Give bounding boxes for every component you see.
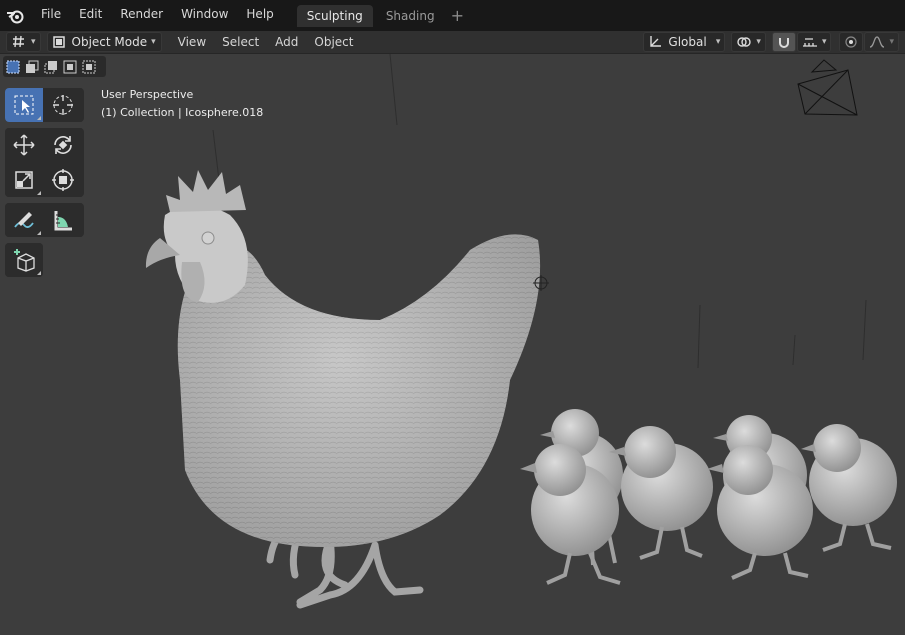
editor-type-button[interactable]: ▾ bbox=[6, 32, 41, 52]
menu-object[interactable]: Object bbox=[306, 35, 361, 49]
falloff-dropdown[interactable]: ▾ bbox=[864, 32, 899, 52]
tool-group-select bbox=[5, 88, 84, 122]
menu-help[interactable]: Help bbox=[237, 0, 282, 31]
chick-model bbox=[609, 426, 713, 560]
move-tool[interactable] bbox=[5, 128, 43, 162]
orientation-label: Global bbox=[668, 35, 707, 49]
proportional-edit-toggle[interactable] bbox=[839, 32, 864, 52]
measure-icon bbox=[54, 211, 72, 231]
tool-group-add bbox=[5, 243, 43, 277]
top-bar: File Edit Render Window Help Sculpting S… bbox=[0, 0, 905, 31]
proportional-edit-icon bbox=[845, 36, 858, 48]
selection-mode-row bbox=[3, 56, 106, 77]
snap-toggle[interactable] bbox=[771, 32, 796, 52]
editor-type-icon bbox=[13, 35, 24, 48]
menu-add[interactable]: Add bbox=[267, 35, 306, 49]
mode-dropdown[interactable]: Object Mode ▾ bbox=[46, 32, 162, 52]
tool-group-transform bbox=[5, 128, 84, 197]
pivot-point-dropdown[interactable]: ▾ bbox=[731, 32, 766, 52]
select-subtract-icon[interactable] bbox=[43, 59, 59, 75]
select-new-icon[interactable] bbox=[5, 59, 21, 75]
chevron-down-icon: ▾ bbox=[889, 37, 894, 47]
snap-target-dropdown[interactable]: ▾ bbox=[796, 32, 832, 52]
menu-edit[interactable]: Edit bbox=[70, 0, 111, 31]
measure-tool[interactable] bbox=[44, 203, 82, 237]
cursor-tool[interactable] bbox=[44, 88, 82, 122]
transform-orientation-dropdown[interactable]: Global ▾ bbox=[643, 32, 726, 52]
tab-shading[interactable]: Shading bbox=[376, 5, 445, 27]
collection-label: (1) Collection | Icosphere.018 bbox=[101, 106, 264, 119]
rotate-tool[interactable] bbox=[44, 128, 82, 162]
menu-render[interactable]: Render bbox=[111, 0, 172, 31]
annotate-tool[interactable] bbox=[5, 203, 43, 237]
tool-shelf bbox=[5, 88, 84, 283]
cursor-icon bbox=[53, 95, 73, 115]
menu-file[interactable]: File bbox=[32, 0, 70, 31]
viewport-header: ▾ Object Mode ▾ View Select Add Object G… bbox=[0, 31, 905, 54]
add-workspace-button[interactable]: + bbox=[451, 6, 464, 25]
select-box-tool[interactable] bbox=[5, 88, 43, 122]
chevron-down-icon: ▾ bbox=[821, 37, 827, 47]
rotate-icon bbox=[54, 136, 72, 154]
chevron-down-icon: ▾ bbox=[756, 37, 761, 47]
chevron-down-icon: ▾ bbox=[31, 37, 36, 47]
orientation-icon bbox=[650, 36, 662, 47]
add-cube-tool[interactable] bbox=[5, 243, 43, 277]
move-icon bbox=[13, 134, 35, 156]
snap-increment-icon bbox=[802, 38, 817, 47]
object-mode-icon bbox=[52, 36, 65, 48]
hen-model[interactable] bbox=[145, 170, 541, 609]
transform-tool[interactable] bbox=[44, 163, 82, 197]
chicks-group[interactable] bbox=[520, 409, 897, 585]
menu-window[interactable]: Window bbox=[172, 0, 237, 31]
chevron-down-icon: ▾ bbox=[151, 37, 156, 47]
blender-logo-icon[interactable] bbox=[6, 7, 24, 25]
annotate-icon bbox=[14, 212, 34, 228]
viewport-canvas[interactable] bbox=[0, 54, 905, 635]
header-right-tools: Global ▾ ▾ ▾ ▾ bbox=[637, 31, 905, 53]
menu-select[interactable]: Select bbox=[214, 35, 267, 49]
tab-sculpting[interactable]: Sculpting bbox=[296, 4, 373, 27]
camera-object[interactable] bbox=[797, 59, 858, 116]
chick-model bbox=[801, 424, 897, 552]
falloff-curve-icon bbox=[870, 36, 885, 48]
tool-group-annotate bbox=[5, 203, 84, 237]
mode-label: Object Mode bbox=[71, 35, 148, 49]
add-cube-icon bbox=[14, 249, 35, 272]
select-intersect-icon[interactable] bbox=[81, 59, 97, 75]
scale-icon bbox=[15, 171, 33, 189]
transform-icon bbox=[52, 169, 74, 191]
menu-view[interactable]: View bbox=[170, 35, 214, 49]
pivot-icon bbox=[737, 37, 752, 47]
select-invert-icon[interactable] bbox=[62, 59, 78, 75]
scale-tool[interactable] bbox=[5, 163, 43, 197]
magnet-icon bbox=[778, 38, 789, 48]
select-box-icon bbox=[14, 95, 34, 115]
perspective-label: User Perspective bbox=[101, 88, 194, 101]
select-extend-icon[interactable] bbox=[24, 59, 40, 75]
chevron-down-icon: ▾ bbox=[715, 37, 721, 47]
